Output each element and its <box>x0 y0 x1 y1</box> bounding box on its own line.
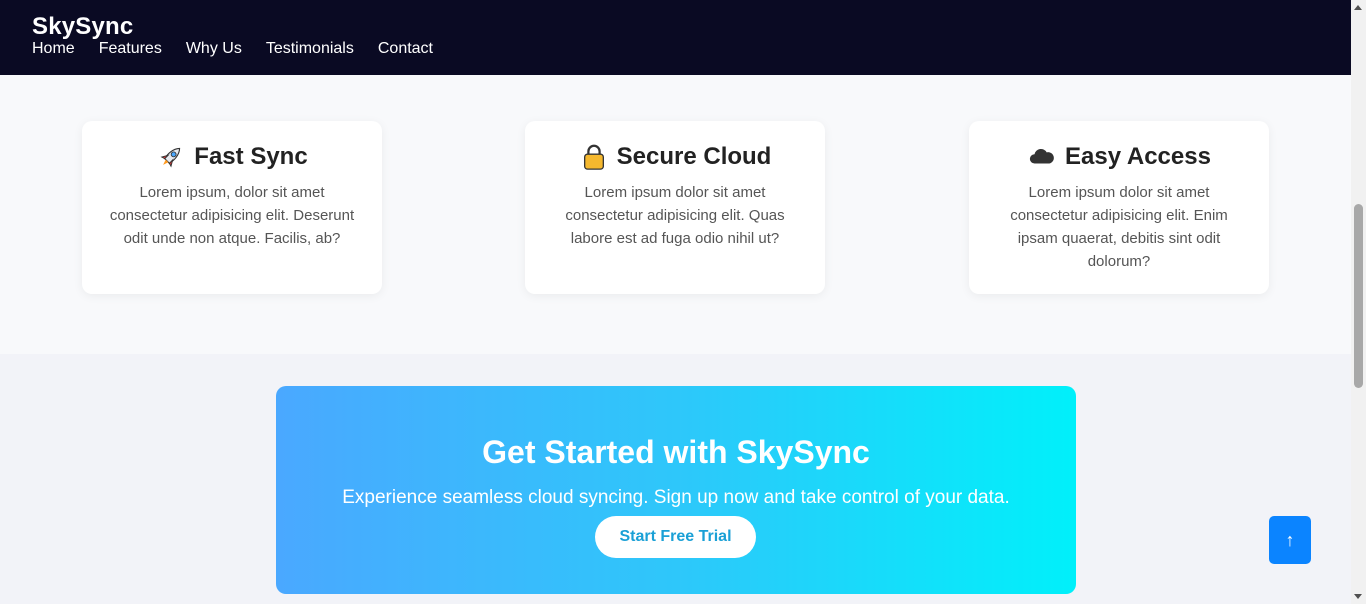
feature-card-easy-access: Easy Access Lorem ipsum dolor sit amet c… <box>969 121 1269 294</box>
feature-description: Lorem ipsum dolor sit amet consectetur a… <box>1010 184 1228 270</box>
feature-card-secure-cloud: Secure Cloud Lorem ipsum dolor sit amet … <box>525 121 825 294</box>
feature-title: Fast Sync <box>82 143 382 171</box>
features-section: Fast Sync Lorem ipsum, dolor sit amet co… <box>0 75 1351 354</box>
page-scrollbar[interactable] <box>1351 0 1366 604</box>
feature-title-text: Fast Sync <box>194 143 308 170</box>
feature-description: Lorem ipsum dolor sit amet consectetur a… <box>565 184 785 247</box>
page: SkySync Home Features Why Us Testimonial… <box>0 0 1366 604</box>
arrow-up-icon: ↑ <box>1285 529 1295 550</box>
feature-title: Secure Cloud <box>525 143 825 171</box>
nav-link-home[interactable]: Home <box>32 40 75 58</box>
feature-title-text: Secure Cloud <box>616 143 772 170</box>
lock-icon <box>583 144 604 170</box>
nav-link-why-us[interactable]: Why Us <box>186 40 242 58</box>
scrollbar-thumb[interactable] <box>1354 204 1363 388</box>
scroll-down-arrow-icon[interactable] <box>1354 594 1362 599</box>
nav-link-contact[interactable]: Contact <box>378 40 433 58</box>
cta-section: Get Started with SkySync Experience seam… <box>0 354 1351 604</box>
cta-banner: Get Started with SkySync Experience seam… <box>276 386 1076 594</box>
feature-description: Lorem ipsum, dolor sit amet consectetur … <box>109 184 355 247</box>
rocket-icon <box>160 147 181 168</box>
nav-link-features[interactable]: Features <box>99 40 162 58</box>
nav-links: Home Features Why Us Testimonials Contac… <box>32 40 457 58</box>
nav-link-testimonials[interactable]: Testimonials <box>266 40 354 58</box>
feature-card-fast-sync: Fast Sync Lorem ipsum, dolor sit amet co… <box>82 121 382 294</box>
cta-title: Get Started with SkySync <box>482 434 870 470</box>
feature-title: Easy Access <box>969 143 1269 171</box>
cloud-icon <box>1029 148 1054 164</box>
navbar: SkySync Home Features Why Us Testimonial… <box>0 0 1351 75</box>
feature-title-text: Easy Access <box>1065 143 1211 170</box>
cta-subtitle: Experience seamless cloud syncing. Sign … <box>342 487 1010 508</box>
brand-logo[interactable]: SkySync <box>32 13 133 41</box>
scroll-to-top-button[interactable]: ↑ <box>1269 516 1311 564</box>
scroll-up-arrow-icon[interactable] <box>1354 5 1362 10</box>
start-free-trial-button[interactable]: Start Free Trial <box>595 516 756 558</box>
